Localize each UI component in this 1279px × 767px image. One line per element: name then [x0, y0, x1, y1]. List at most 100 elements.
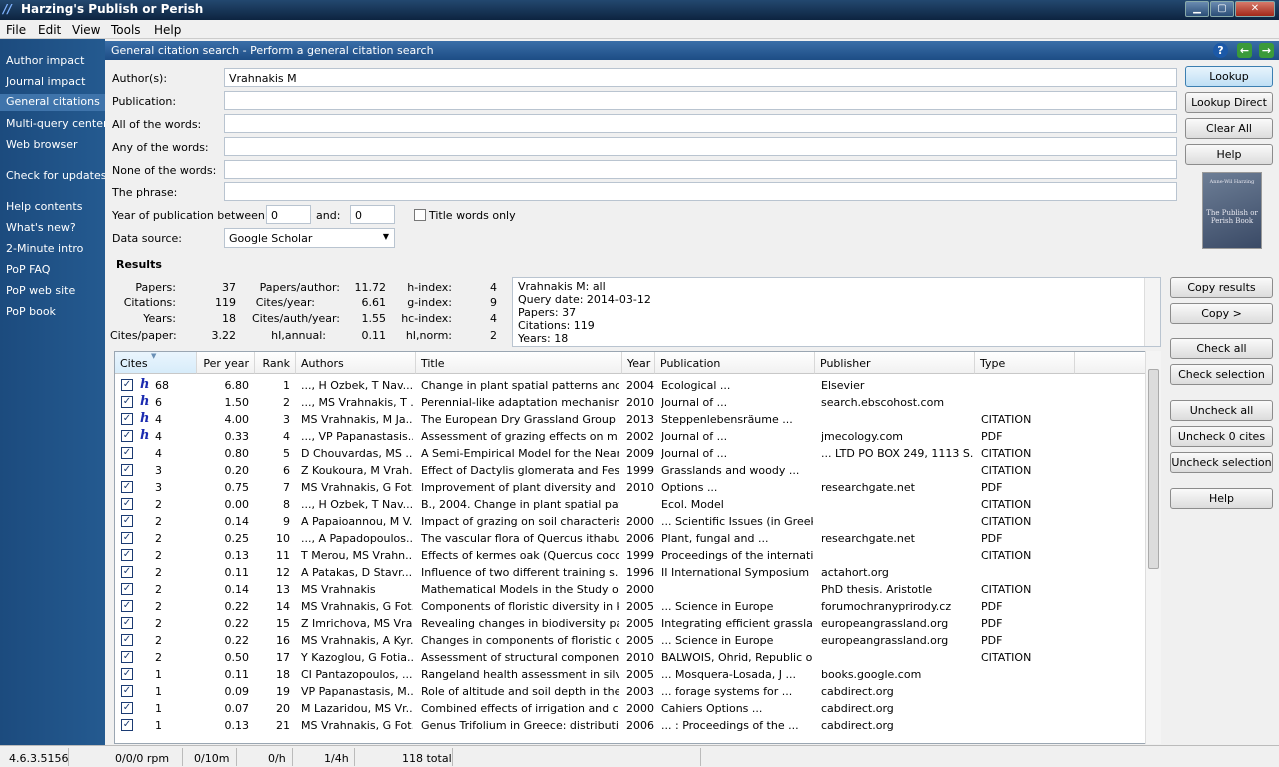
table-row[interactable]: ✓ 1 0.13 21 MS Vrahnakis, G Fot... Genus Trif…: [115, 717, 1146, 734]
table-row[interactable]: ✓ 2 0.22 16 MS Vrahnakis, A Kyr... Changes in…: [115, 632, 1146, 649]
help-icon[interactable]: ?: [1213, 43, 1228, 58]
publication-input[interactable]: [224, 91, 1177, 110]
column-header-per-year[interactable]: Per year: [197, 352, 255, 374]
minimize-icon[interactable]: ▁: [1185, 1, 1209, 17]
table-row[interactable]: ✓ 3 0.20 6 Z Koukoura, M Vrah... Effect of Da…: [115, 462, 1146, 479]
sidebar-item-book[interactable]: PoP book: [6, 305, 56, 318]
check-all-button[interactable]: Check all: [1170, 338, 1273, 359]
sidebar-item-general-citations[interactable]: General citations: [0, 94, 105, 111]
uncheck-selection-button[interactable]: Uncheck selection: [1170, 452, 1273, 473]
table-row[interactable]: ✓ 1 0.07 20 M Lazaridou, MS Vr... Combined ef…: [115, 700, 1146, 717]
column-header-authors[interactable]: Authors: [296, 352, 416, 374]
authors-input[interactable]: Vrahnakis M: [224, 68, 1177, 87]
row-checkbox[interactable]: ✓: [121, 719, 133, 731]
help-results-button[interactable]: Help: [1170, 488, 1273, 509]
table-row[interactable]: ✓ 3 0.75 7 MS Vrahnakis, G Fot... Improvement…: [115, 479, 1146, 496]
year-from-input[interactable]: 0: [266, 205, 311, 224]
year-to-input[interactable]: 0: [350, 205, 395, 224]
sidebar-item-check-updates[interactable]: Check for updates: [6, 169, 106, 182]
row-checkbox[interactable]: ✓: [121, 600, 133, 612]
row-checkbox[interactable]: ✓: [121, 668, 133, 680]
sidebar-item-intro[interactable]: 2-Minute intro: [6, 242, 83, 255]
table-row[interactable]: ✓ 2 0.13 11 T Merou, MS Vrahn... Effects of k…: [115, 547, 1146, 564]
uncheck-zero-cites-button[interactable]: Uncheck 0 cites: [1170, 426, 1273, 447]
sidebar-item-help-contents[interactable]: Help contents: [6, 200, 82, 213]
results-summary-text[interactable]: Vrahnakis M: all Query date: 2014-03-12 …: [512, 277, 1161, 347]
maximize-icon[interactable]: ▢: [1210, 1, 1234, 17]
table-row[interactable]: ✓ 2 0.25 10 ..., A Papadopoulos... The vascul…: [115, 530, 1146, 547]
row-checkbox[interactable]: ✓: [121, 549, 133, 561]
table-row[interactable]: ✓ h 6 1.50 2 ..., MS Vrahnakis, T ... Perennia…: [115, 394, 1146, 411]
sidebar-item-journal-impact[interactable]: Journal impact: [6, 75, 85, 88]
lookup-direct-button[interactable]: Lookup Direct: [1185, 92, 1273, 113]
sidebar-item-author-impact[interactable]: Author impact: [6, 54, 84, 67]
any-words-input[interactable]: [224, 137, 1177, 156]
menu-help[interactable]: Help: [154, 23, 181, 37]
menu-view[interactable]: View: [72, 23, 100, 37]
column-header-rank[interactable]: Rank: [255, 352, 296, 374]
data-source-select[interactable]: Google Scholar ▼: [224, 228, 395, 248]
row-checkbox[interactable]: ✓: [121, 617, 133, 629]
sidebar-item-faq[interactable]: PoP FAQ: [6, 263, 50, 276]
row-checkbox[interactable]: ✓: [121, 583, 133, 595]
copy-results-button[interactable]: Copy results: [1170, 277, 1273, 298]
table-row[interactable]: ✓ 2 0.00 8 ..., H Ozbek, T Nav... B., 2004. C…: [115, 496, 1146, 513]
row-checkbox[interactable]: ✓: [121, 566, 133, 578]
table-row[interactable]: ✓ 2 0.50 17 Y Kazoglou, G Fotia... Assessment…: [115, 649, 1146, 666]
menu-edit[interactable]: Edit: [38, 23, 61, 37]
copy-menu-button[interactable]: Copy >: [1170, 303, 1273, 324]
all-words-input[interactable]: [224, 114, 1177, 133]
uncheck-all-button[interactable]: Uncheck all: [1170, 400, 1273, 421]
row-checkbox[interactable]: ✓: [121, 515, 133, 527]
table-row[interactable]: ✓ 2 0.11 12 A Patakas, D Stavr... Influence o…: [115, 564, 1146, 581]
table-scrollbar[interactable]: [1145, 351, 1161, 744]
column-header-title[interactable]: Title: [416, 352, 622, 374]
sidebar-item-whats-new[interactable]: What's new?: [6, 221, 76, 234]
row-checkbox[interactable]: ✓: [121, 532, 133, 544]
phrase-input[interactable]: [224, 182, 1177, 201]
column-header-year[interactable]: Year: [622, 352, 655, 374]
row-checkbox[interactable]: ✓: [121, 498, 133, 510]
sidebar-item-web-site[interactable]: PoP web site: [6, 284, 75, 297]
row-checkbox[interactable]: ✓: [121, 702, 133, 714]
scrollbar-thumb[interactable]: [1148, 369, 1159, 569]
column-header-type[interactable]: Type: [975, 352, 1075, 374]
menu-tools[interactable]: Tools: [111, 23, 141, 37]
table-row[interactable]: ✓ 4 0.80 5 D Chouvardas, MS ... A Semi-Empiri…: [115, 445, 1146, 462]
results-table[interactable]: Cites Per year Rank Authors Title Year P…: [114, 351, 1161, 744]
row-checkbox[interactable]: ✓: [121, 685, 133, 697]
pop-book-cover[interactable]: Anne-Wil Harzing The Publish or Perish B…: [1202, 172, 1262, 249]
sidebar-item-multi-query-center[interactable]: Multi-query center: [6, 117, 108, 130]
column-header-publisher[interactable]: Publisher: [815, 352, 975, 374]
row-checkbox[interactable]: ✓: [121, 651, 133, 663]
table-row[interactable]: ✓ 2 0.14 9 A Papaioannou, M V... Impact of gr…: [115, 513, 1146, 530]
table-row[interactable]: ✓ 1 0.11 18 CI Pantazopoulos, ... Rangeland h…: [115, 666, 1146, 683]
row-checkbox[interactable]: ✓: [121, 464, 133, 476]
row-checkbox[interactable]: ✓: [121, 379, 133, 391]
table-row[interactable]: ✓ 1 0.09 19 VP Papanastasis, M... Role of alt…: [115, 683, 1146, 700]
row-checkbox[interactable]: ✓: [121, 447, 133, 459]
close-icon[interactable]: ✕: [1235, 1, 1275, 17]
row-checkbox[interactable]: ✓: [121, 413, 133, 425]
row-checkbox[interactable]: ✓: [121, 430, 133, 442]
table-row[interactable]: ✓ 2 0.22 15 Z Imrichova, MS Vra... Revealing …: [115, 615, 1146, 632]
table-row[interactable]: ✓ 2 0.22 14 MS Vrahnakis, G Fot... Components…: [115, 598, 1146, 615]
table-row[interactable]: ✓ h 4 4.00 3 MS Vrahnakis, M Ja... The Europea…: [115, 411, 1146, 428]
check-selection-button[interactable]: Check selection: [1170, 364, 1273, 385]
row-checkbox[interactable]: ✓: [121, 634, 133, 646]
menu-file[interactable]: File: [6, 23, 26, 37]
back-icon[interactable]: ←: [1237, 43, 1252, 58]
column-header-publication[interactable]: Publication: [655, 352, 815, 374]
table-row[interactable]: ✓ h 4 0.33 4..., VP Papanastasis... Assessmen…: [115, 428, 1146, 445]
row-checkbox[interactable]: ✓: [121, 481, 133, 493]
title-only-checkbox[interactable]: [414, 209, 426, 221]
help-button[interactable]: Help: [1185, 144, 1273, 165]
table-row[interactable]: ✓ 2 0.14 13 MS Vrahnakis Mathematical Models …: [115, 581, 1146, 598]
none-words-input[interactable]: [224, 160, 1177, 179]
table-row[interactable]: ✓ h 68 6.80 1 ..., H Ozbek, T Nav... Change in…: [115, 377, 1146, 394]
sidebar-item-web-browser[interactable]: Web browser: [6, 138, 78, 151]
lookup-button[interactable]: Lookup: [1185, 66, 1273, 87]
clear-all-button[interactable]: Clear All: [1185, 118, 1273, 139]
forward-icon[interactable]: →: [1259, 43, 1274, 58]
summary-scrollbar[interactable]: [1144, 278, 1160, 346]
